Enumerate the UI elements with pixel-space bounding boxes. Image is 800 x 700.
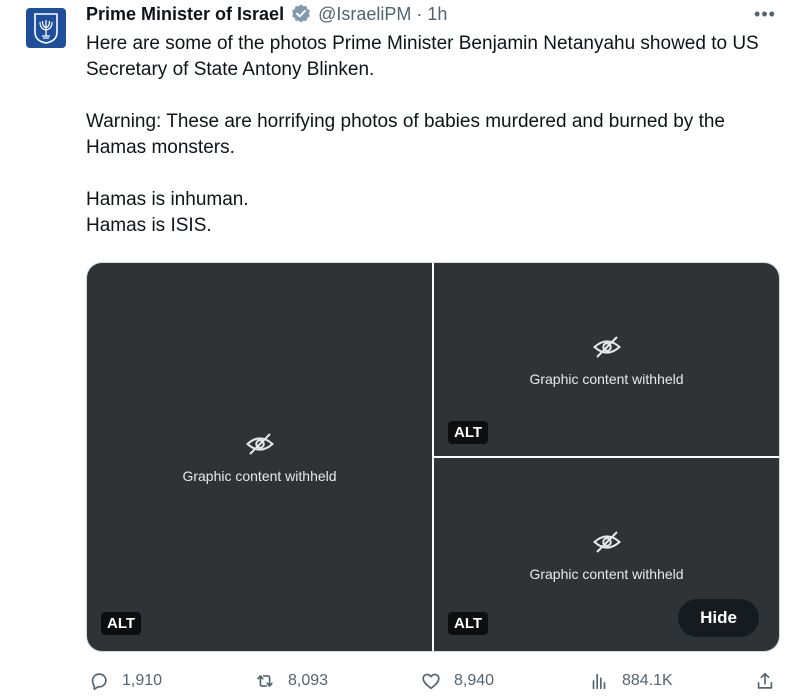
placeholder-label: Graphic content withheld <box>529 370 684 387</box>
share-button[interactable] <box>754 666 776 696</box>
alt-badge[interactable]: ALT <box>101 612 142 635</box>
more-options-button[interactable]: ••• <box>748 0 782 28</box>
media-grid: Graphic content withheld ALT Graphic con… <box>86 262 780 652</box>
like-button[interactable]: 8,940 <box>420 666 494 696</box>
repost-count: 8,093 <box>288 672 329 689</box>
ellipsis-icon: ••• <box>754 3 776 24</box>
like-icon <box>422 673 440 690</box>
action-bar: 1,910 8,093 8,940 884.1K <box>86 666 778 696</box>
reply-count: 1,910 <box>122 672 163 689</box>
author-handle[interactable]: @IsraeliPM <box>318 4 411 25</box>
tweet-text: Here are some of the photos Prime Minist… <box>86 31 776 239</box>
share-icon <box>757 672 773 689</box>
media-photo-1[interactable]: Graphic content withheld ALT <box>87 263 432 651</box>
placeholder-label: Graphic content withheld <box>529 565 684 582</box>
tweet-paragraph: Here are some of the photos Prime Minist… <box>86 33 759 80</box>
verified-badge-icon <box>292 4 310 23</box>
tweet-header: Prime Minister of Israel @IsraeliPM · 1h <box>86 2 447 26</box>
tweet-paragraph: Warning: These are horrifying photos of … <box>86 111 725 158</box>
media-photo-2[interactable]: Graphic content withheld ALT <box>434 263 779 456</box>
author-name[interactable]: Prime Minister of Israel <box>86 4 284 25</box>
view-count: 884.1K <box>622 672 673 689</box>
eye-off-icon <box>245 433 274 455</box>
views-button[interactable]: 884.1K <box>588 666 673 696</box>
alt-badge[interactable]: ALT <box>448 612 489 635</box>
eye-off-icon <box>592 335 621 358</box>
media-photo-3[interactable]: Graphic content withheld ALT Hide <box>434 458 779 651</box>
like-count: 8,940 <box>454 672 495 689</box>
timestamp[interactable]: 1h <box>427 4 447 25</box>
hide-media-button[interactable]: Hide <box>678 599 759 637</box>
tweet[interactable]: Prime Minister of Israel @IsraeliPM · 1h… <box>0 0 800 700</box>
reply-button[interactable]: 1,910 <box>88 666 162 696</box>
reply-icon <box>91 673 107 691</box>
alt-badge[interactable]: ALT <box>448 421 489 444</box>
tweet-line: Hamas is inhuman. <box>86 189 249 210</box>
views-icon <box>592 673 606 690</box>
repost-button[interactable]: 8,093 <box>254 666 328 696</box>
placeholder-label: Graphic content withheld <box>182 468 337 484</box>
emblem-icon <box>34 13 58 44</box>
separator-dot: · <box>416 3 423 24</box>
eye-off-icon <box>592 530 621 553</box>
repost-icon <box>257 675 273 687</box>
tweet-line: Hamas is ISIS. <box>86 215 212 236</box>
avatar[interactable] <box>26 8 66 48</box>
